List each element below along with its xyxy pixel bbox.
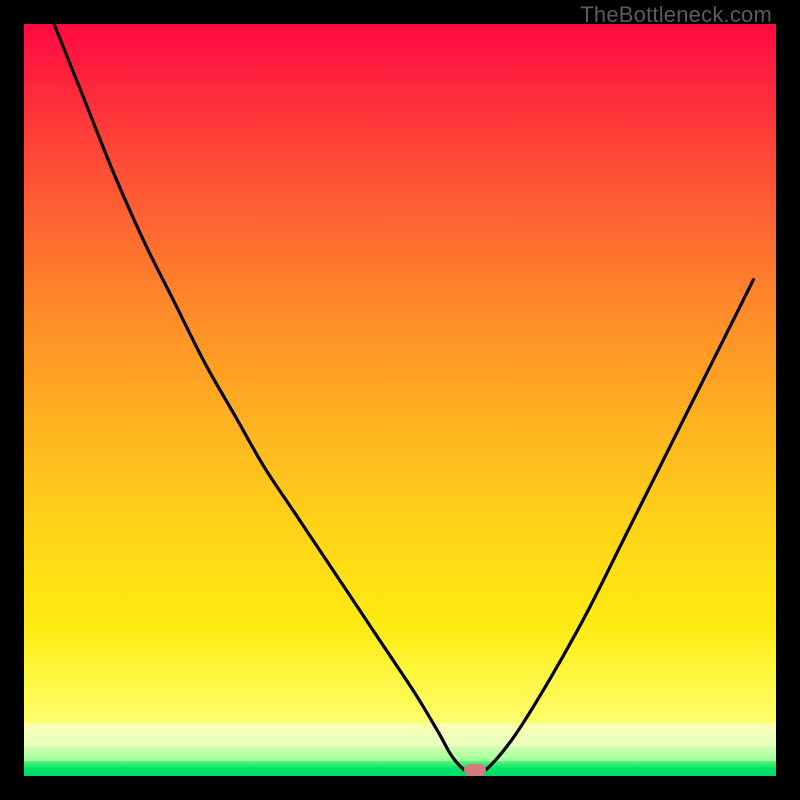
bottleneck-curve [24,24,776,776]
optimal-marker [464,764,487,776]
plot-area [24,24,776,776]
chart-frame: TheBottleneck.com [0,0,800,800]
